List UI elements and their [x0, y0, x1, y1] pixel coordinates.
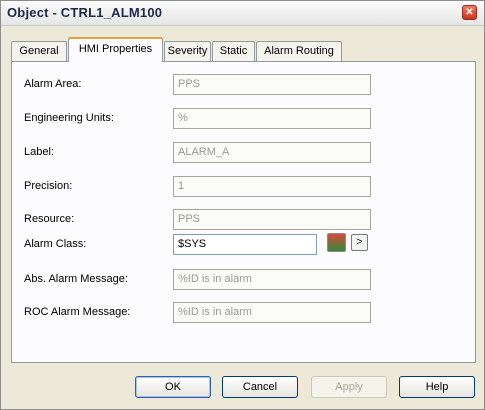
precision-label: Precision: [24, 180, 73, 192]
tab-severity[interactable]: Severity [164, 41, 211, 61]
alarm-class-label: Alarm Class: [24, 238, 87, 250]
roc-alarm-message-field: %ID is in alarm [173, 302, 371, 323]
tab-static[interactable]: Static [212, 41, 255, 61]
engineering-units-label: Engineering Units: [24, 112, 114, 124]
object-properties-window: Object - CTRL1_ALM100 ✕ General HMI Prop… [0, 0, 485, 410]
alarm-area-field: PPS [173, 74, 371, 95]
alarm-class-browse-button[interactable]: > [351, 234, 368, 251]
tab-alarm-routing[interactable]: Alarm Routing [256, 41, 342, 61]
precision-field: 1 [173, 176, 371, 197]
abs-alarm-message-field: %ID is in alarm [173, 269, 371, 290]
tab-hmi-properties[interactable]: HMI Properties [68, 37, 163, 62]
abs-alarm-message-label: Abs. Alarm Message: [24, 273, 128, 285]
resource-label: Resource: [24, 213, 75, 225]
label-label: Label: [24, 146, 54, 158]
alarm-class-field[interactable]: $SYS [173, 234, 317, 255]
window-title: Object - CTRL1_ALM100 [7, 5, 163, 20]
apply-button: Apply [311, 376, 387, 398]
engineering-units-field: % [173, 108, 371, 129]
cancel-button[interactable]: Cancel [222, 376, 298, 398]
ok-button[interactable]: OK [135, 376, 211, 398]
alarm-class-icon[interactable] [327, 233, 346, 252]
help-button[interactable]: Help [399, 376, 475, 398]
resource-field: PPS [173, 209, 371, 230]
alarm-area-label: Alarm Area: [24, 78, 82, 90]
title-bar: Object - CTRL1_ALM100 ✕ [1, 1, 484, 26]
roc-alarm-message-label: ROC Alarm Message: [24, 306, 131, 318]
close-icon[interactable]: ✕ [462, 5, 477, 20]
tab-general[interactable]: General [11, 41, 67, 61]
label-field: ALARM_A [173, 142, 371, 163]
